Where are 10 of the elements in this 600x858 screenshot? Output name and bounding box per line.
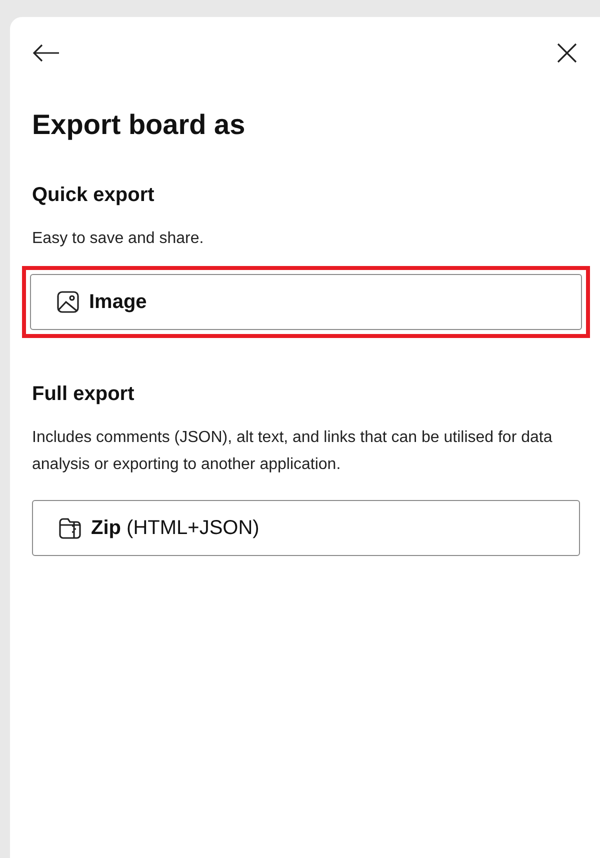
close-icon[interactable]	[556, 42, 578, 64]
panel-title: Export board as	[32, 108, 246, 142]
section-description: Includes comments (JSON), alt text, and links that can be utilised for data analysis or exporting to another application.	[32, 428, 554, 475]
folder-zip-icon	[59, 517, 81, 539]
export-button[interactable]: Zip (HTML+JSON)	[32, 500, 580, 556]
section-heading: Quick export	[32, 183, 156, 208]
section-heading: Full export	[32, 382, 136, 407]
section-description: Easy to save and share.	[32, 229, 205, 249]
image-icon	[57, 291, 79, 313]
export-button[interactable]: Image	[30, 274, 582, 330]
